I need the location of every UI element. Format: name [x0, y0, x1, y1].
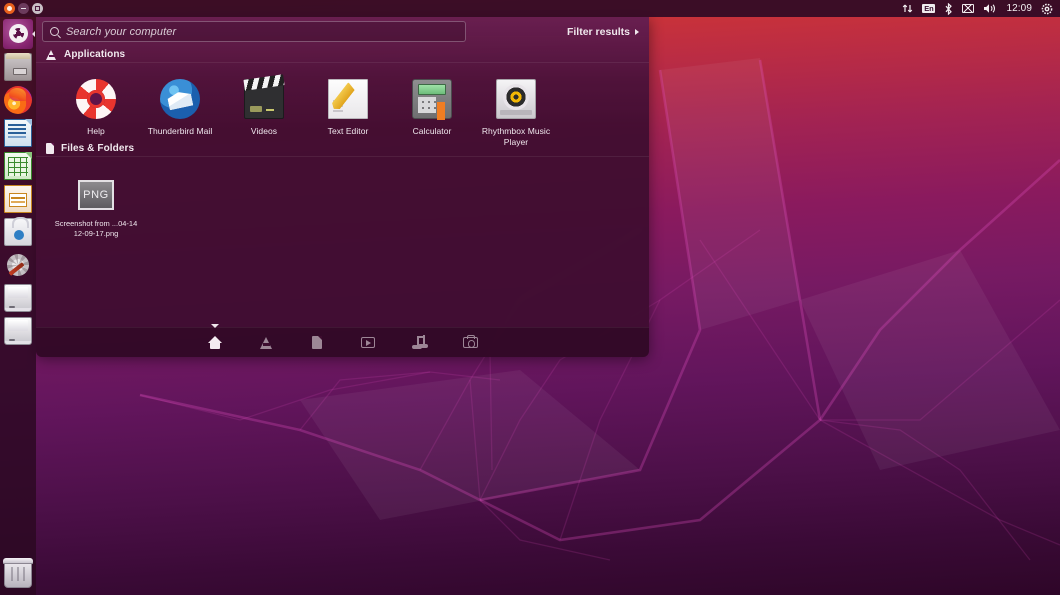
- files-lens-icon: [312, 336, 322, 349]
- applications-grid: Help Thunderbird Mail Videos Text Editor…: [36, 79, 649, 148]
- chevron-right-icon: [635, 29, 639, 35]
- applications-icon: [46, 50, 57, 60]
- category-header-files[interactable]: Files & Folders: [36, 140, 649, 157]
- rhythmbox-icon: [496, 79, 536, 119]
- search-input[interactable]: Search your computer: [42, 21, 466, 42]
- document-icon: [46, 143, 54, 154]
- minimize-button[interactable]: [18, 3, 29, 14]
- lens-home[interactable]: [206, 334, 224, 352]
- sidebar-item-files[interactable]: [0, 50, 36, 83]
- lens-video[interactable]: [359, 334, 377, 352]
- music-lens-icon: [413, 336, 426, 349]
- sidebar-item-drive-1[interactable]: [0, 281, 36, 314]
- lens-bar: [36, 327, 649, 357]
- sidebar-item-trash[interactable]: [0, 556, 36, 589]
- app-label: Videos: [224, 126, 304, 137]
- panel-indicators: En 12:09: [902, 3, 1060, 15]
- drive-icon: [4, 284, 32, 312]
- video-lens-icon: [361, 337, 375, 348]
- app-result-videos[interactable]: Videos: [222, 79, 306, 148]
- bluetooth-icon[interactable]: [944, 3, 953, 15]
- app-label: Help: [56, 126, 136, 137]
- impress-icon: [4, 185, 32, 213]
- photos-lens-icon: [463, 337, 478, 348]
- app-result-thunderbird[interactable]: Thunderbird Mail: [138, 79, 222, 148]
- writer-icon: [4, 119, 32, 147]
- unity-launcher: [0, 17, 36, 595]
- ubuntu-logo-icon: [9, 24, 28, 43]
- app-label: Calculator: [392, 126, 472, 137]
- png-thumbnail-icon: PNG: [78, 180, 114, 210]
- trash-icon: [4, 560, 32, 588]
- sidebar-item-software[interactable]: [0, 215, 36, 248]
- thumbnail-type-label: PNG: [83, 189, 109, 201]
- app-result-calculator[interactable]: Calculator: [390, 79, 474, 148]
- category-label: Files & Folders: [61, 143, 134, 154]
- lens-photos[interactable]: [461, 334, 479, 352]
- sidebar-item-calc[interactable]: [0, 149, 36, 182]
- search-icon: [50, 27, 59, 36]
- dash-search-row: Search your computer Filter results: [36, 17, 649, 46]
- sidebar-item-impress[interactable]: [0, 182, 36, 215]
- file-result[interactable]: PNG Screenshot from ...04-14 12-09-17.pn…: [54, 180, 138, 239]
- gear-icon[interactable]: [1041, 3, 1053, 15]
- applications-lens-icon: [260, 337, 273, 349]
- maximize-button[interactable]: [32, 3, 43, 14]
- drive-icon: [4, 317, 32, 345]
- text-editor-icon: [328, 79, 368, 119]
- settings-icon: [4, 251, 32, 279]
- close-button[interactable]: [4, 3, 15, 14]
- active-lens-marker: [211, 324, 219, 328]
- nautilus-icon: [4, 53, 32, 81]
- calculator-icon: [412, 79, 452, 119]
- filter-results-button[interactable]: Filter results: [567, 26, 639, 38]
- home-lens-icon: [208, 336, 223, 349]
- sidebar-item-writer[interactable]: [0, 116, 36, 149]
- videos-icon: [244, 79, 284, 119]
- keyboard-layout-icon[interactable]: En: [922, 4, 935, 14]
- app-result-text-editor[interactable]: Text Editor: [306, 79, 390, 148]
- running-indicator: [32, 31, 35, 37]
- lens-music[interactable]: [410, 334, 428, 352]
- divider: [36, 156, 649, 157]
- lens-applications[interactable]: [257, 334, 275, 352]
- lens-files[interactable]: [308, 334, 326, 352]
- volume-icon[interactable]: [983, 3, 997, 14]
- search-placeholder: Search your computer: [66, 26, 176, 38]
- app-label: Thunderbird Mail: [140, 126, 220, 137]
- sidebar-item-drive-2[interactable]: [0, 314, 36, 347]
- firefox-icon: [4, 86, 32, 114]
- app-result-rhythmbox[interactable]: Rhythmbox Music Player: [474, 79, 558, 148]
- file-label: Screenshot from ...04-14 12-09-17.png: [53, 219, 139, 239]
- thunderbird-icon: [160, 79, 200, 119]
- calc-icon: [4, 152, 32, 180]
- software-center-icon: [4, 218, 32, 246]
- category-label: Applications: [64, 49, 125, 60]
- files-grid: PNG Screenshot from ...04-14 12-09-17.pn…: [36, 180, 649, 239]
- app-result-help[interactable]: Help: [54, 79, 138, 148]
- category-header-applications[interactable]: Applications: [36, 46, 649, 63]
- app-label: Text Editor: [308, 126, 388, 137]
- keyboard-layout-label: En: [922, 4, 935, 14]
- unity-dash: Search your computer Filter results Appl…: [36, 17, 649, 357]
- filter-results-label: Filter results: [567, 26, 630, 38]
- sidebar-item-settings[interactable]: [0, 248, 36, 281]
- network-icon[interactable]: [902, 3, 913, 14]
- sidebar-item-firefox[interactable]: [0, 83, 36, 116]
- messaging-icon[interactable]: [962, 4, 974, 13]
- divider: [36, 62, 649, 63]
- help-icon: [76, 79, 116, 119]
- sidebar-item-dash-home[interactable]: [0, 17, 36, 50]
- top-panel: En 12:09: [0, 0, 1060, 17]
- window-controls[interactable]: [0, 3, 43, 14]
- clock[interactable]: 12:09: [1006, 3, 1032, 14]
